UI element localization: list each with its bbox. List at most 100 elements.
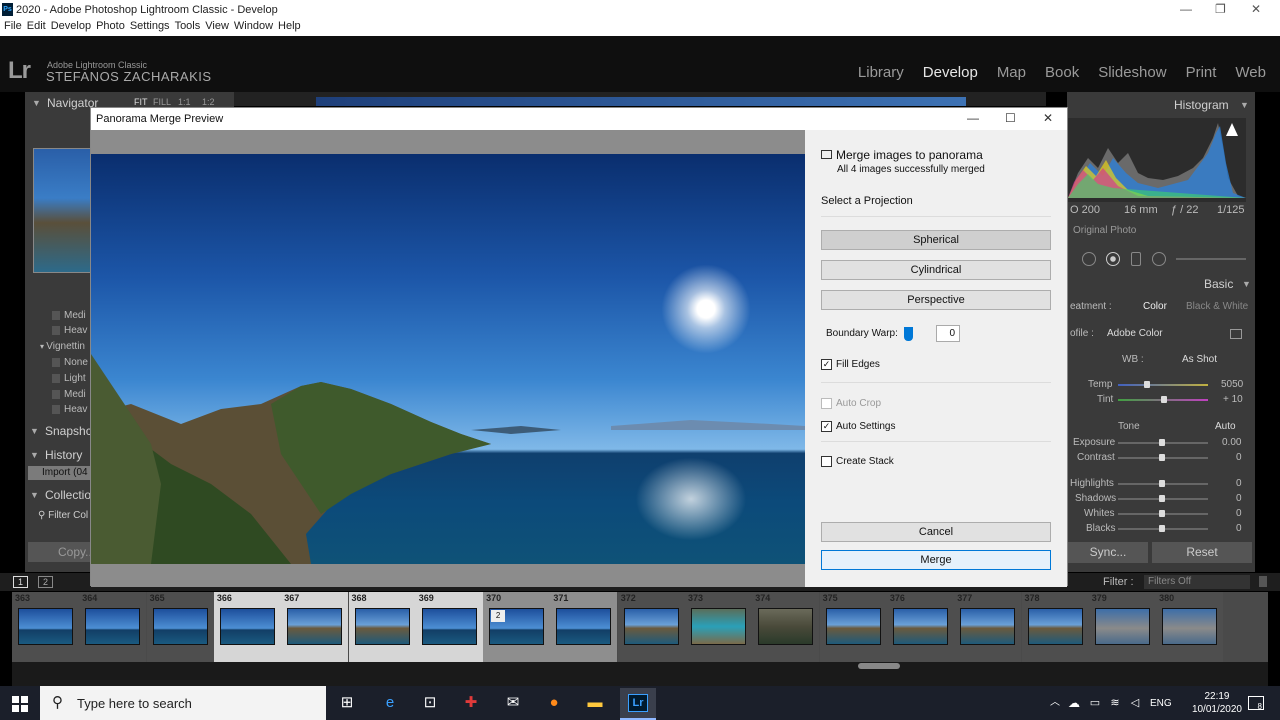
dialog-maximize-icon[interactable]: ☐ bbox=[1005, 111, 1016, 125]
filmstrip-thumbnail[interactable] bbox=[758, 608, 814, 645]
zoom-fill[interactable]: FILL bbox=[153, 97, 171, 107]
filmstrip-scrollbar[interactable] bbox=[12, 662, 1268, 686]
filmstrip-thumbnail[interactable] bbox=[219, 608, 275, 645]
collections-collapse-icon[interactable]: ▼ bbox=[30, 490, 39, 500]
boundary-warp-slider-thumb[interactable] bbox=[904, 327, 913, 341]
spot-removal-icon[interactable] bbox=[1106, 252, 1120, 266]
filmstrip-cell[interactable]: 375 bbox=[819, 592, 887, 662]
file-explorer-icon[interactable]: ▬ bbox=[586, 694, 604, 712]
mail-icon[interactable]: ✉ bbox=[504, 694, 522, 712]
filmstrip-thumbnail[interactable] bbox=[1162, 608, 1218, 645]
auto-settings-checkbox[interactable]: ✓ Auto Settings bbox=[821, 421, 895, 432]
shadows-slider-knob[interactable] bbox=[1159, 495, 1165, 502]
copy-button[interactable]: Copy... bbox=[28, 542, 95, 562]
whites-slider-knob[interactable] bbox=[1159, 510, 1165, 517]
filmstrip-thumbnail[interactable] bbox=[152, 608, 208, 645]
filmstrip-thumbnail[interactable] bbox=[18, 608, 73, 645]
history-item[interactable]: Import (04 bbox=[28, 466, 90, 480]
filmstrip-thumbnail[interactable] bbox=[1027, 608, 1083, 645]
filmstrip-cell[interactable]: 378 bbox=[1021, 592, 1089, 662]
zoom-1-1[interactable]: 1:1 bbox=[178, 97, 191, 107]
profile-browser-icon[interactable] bbox=[1230, 329, 1242, 339]
filmstrip-cell[interactable]: 374 bbox=[752, 592, 820, 662]
zoom-1-2[interactable]: 1:2 bbox=[202, 97, 215, 107]
highlights-slider-knob[interactable] bbox=[1159, 480, 1165, 487]
filmstrip-thumbnail[interactable] bbox=[623, 608, 679, 645]
spherical-button[interactable]: Spherical bbox=[821, 230, 1051, 250]
filmstrip-cell[interactable]: 380 bbox=[1156, 592, 1224, 662]
filmstrip-thumbnail[interactable] bbox=[287, 608, 343, 645]
filmstrip-thumbnail[interactable] bbox=[354, 608, 410, 645]
menu-edit[interactable]: Edit bbox=[27, 20, 46, 32]
snapshots-collapse-icon[interactable]: ▼ bbox=[30, 426, 39, 436]
reset-button[interactable]: Reset bbox=[1152, 542, 1252, 563]
filter-lock-icon[interactable] bbox=[1259, 576, 1267, 587]
filmstrip-cell[interactable]: 370 2 bbox=[483, 592, 551, 662]
temp-slider[interactable] bbox=[1118, 384, 1208, 386]
preset-item[interactable]: Light bbox=[52, 373, 86, 384]
task-view-icon[interactable]: ⊞ bbox=[338, 694, 356, 712]
menu-develop[interactable]: Develop bbox=[51, 20, 91, 32]
history-collapse-icon[interactable]: ▼ bbox=[30, 450, 39, 460]
restore-icon[interactable]: ❐ bbox=[1215, 2, 1226, 16]
exposure-value[interactable]: 0.00 bbox=[1222, 437, 1241, 448]
preset-item[interactable]: Medi bbox=[52, 310, 86, 321]
filmstrip-thumbnail[interactable] bbox=[1094, 608, 1150, 645]
red-eye-icon[interactable] bbox=[1131, 252, 1141, 266]
contrast-slider-knob[interactable] bbox=[1159, 454, 1165, 461]
onedrive-icon[interactable]: ☁ bbox=[1065, 694, 1083, 712]
firefox-icon[interactable]: ● bbox=[545, 694, 563, 712]
blacks-slider-knob[interactable] bbox=[1159, 525, 1165, 532]
preset-item[interactable]: None bbox=[52, 357, 88, 368]
navigator-thumbnail[interactable] bbox=[33, 148, 91, 273]
filmstrip-cell[interactable]: 368 bbox=[348, 592, 416, 662]
tray-chevron-icon[interactable]: ︿ bbox=[1046, 694, 1064, 712]
crop-tool-icon[interactable] bbox=[1082, 252, 1096, 266]
sync-button[interactable]: Sync... bbox=[1068, 542, 1148, 563]
windows-start-icon[interactable] bbox=[12, 696, 28, 712]
filmstrip-cell[interactable]: 376 bbox=[886, 592, 954, 662]
module-slideshow[interactable]: Slideshow bbox=[1098, 64, 1166, 81]
treatment-color[interactable]: Color bbox=[1143, 301, 1167, 312]
secondary-display-button[interactable]: 2 bbox=[38, 576, 53, 588]
filmstrip-cell[interactable]: 379 bbox=[1088, 592, 1156, 662]
filmstrip-thumbnail[interactable]: 2 bbox=[489, 608, 545, 645]
menu-view[interactable]: View bbox=[205, 20, 229, 32]
edge-browser-icon[interactable]: e bbox=[381, 694, 399, 712]
preset-item[interactable]: Heav bbox=[52, 404, 87, 415]
highlights-value[interactable]: 0 bbox=[1236, 478, 1242, 489]
filmstrip-cell[interactable]: 373 bbox=[685, 592, 752, 662]
language-indicator[interactable]: ENG bbox=[1150, 698, 1172, 709]
filmstrip-cell[interactable]: 372 bbox=[617, 592, 685, 662]
wb-dropdown[interactable]: As Shot bbox=[1182, 354, 1217, 365]
filmstrip-cell[interactable]: 363 bbox=[12, 592, 79, 662]
battery-icon[interactable]: ▭ bbox=[1086, 694, 1104, 712]
volume-icon[interactable]: ◁ bbox=[1126, 694, 1144, 712]
menu-photo[interactable]: Photo bbox=[96, 20, 125, 32]
tint-slider-knob[interactable] bbox=[1161, 396, 1167, 403]
profile-dropdown[interactable]: Adobe Color bbox=[1107, 328, 1163, 339]
filmstrip-thumbnail[interactable] bbox=[892, 608, 948, 645]
basic-collapse-icon[interactable]: ▼ bbox=[1242, 279, 1251, 289]
filmstrip-cell[interactable]: 377 bbox=[954, 592, 1022, 662]
tone-auto-button[interactable]: Auto bbox=[1215, 421, 1236, 432]
cylindrical-button[interactable]: Cylindrical bbox=[821, 260, 1051, 280]
wifi-icon[interactable]: ≋ bbox=[1106, 694, 1124, 712]
dialog-minimize-icon[interactable]: — bbox=[967, 111, 979, 125]
primary-display-button[interactable]: 1 bbox=[13, 576, 28, 588]
treatment-bw[interactable]: Black & White bbox=[1186, 301, 1248, 312]
menu-tools[interactable]: Tools bbox=[175, 20, 201, 32]
radial-filter-icon[interactable] bbox=[1152, 252, 1166, 266]
module-print[interactable]: Print bbox=[1186, 64, 1217, 81]
whites-value[interactable]: 0 bbox=[1236, 508, 1242, 519]
navigator-collapse-icon[interactable]: ▼ bbox=[32, 98, 41, 108]
module-develop[interactable]: Develop bbox=[923, 64, 978, 81]
tint-value[interactable]: + 10 bbox=[1223, 394, 1243, 405]
filmstrip-cell[interactable]: 371 bbox=[550, 592, 618, 662]
menu-help[interactable]: Help bbox=[278, 20, 301, 32]
menu-file[interactable]: File bbox=[4, 20, 22, 32]
clock[interactable]: 22:19 10/01/2020 bbox=[1192, 690, 1242, 716]
filmstrip-cell[interactable]: 366 bbox=[213, 592, 281, 662]
cancel-button[interactable]: Cancel bbox=[821, 522, 1051, 542]
merge-button[interactable]: Merge bbox=[821, 550, 1051, 570]
